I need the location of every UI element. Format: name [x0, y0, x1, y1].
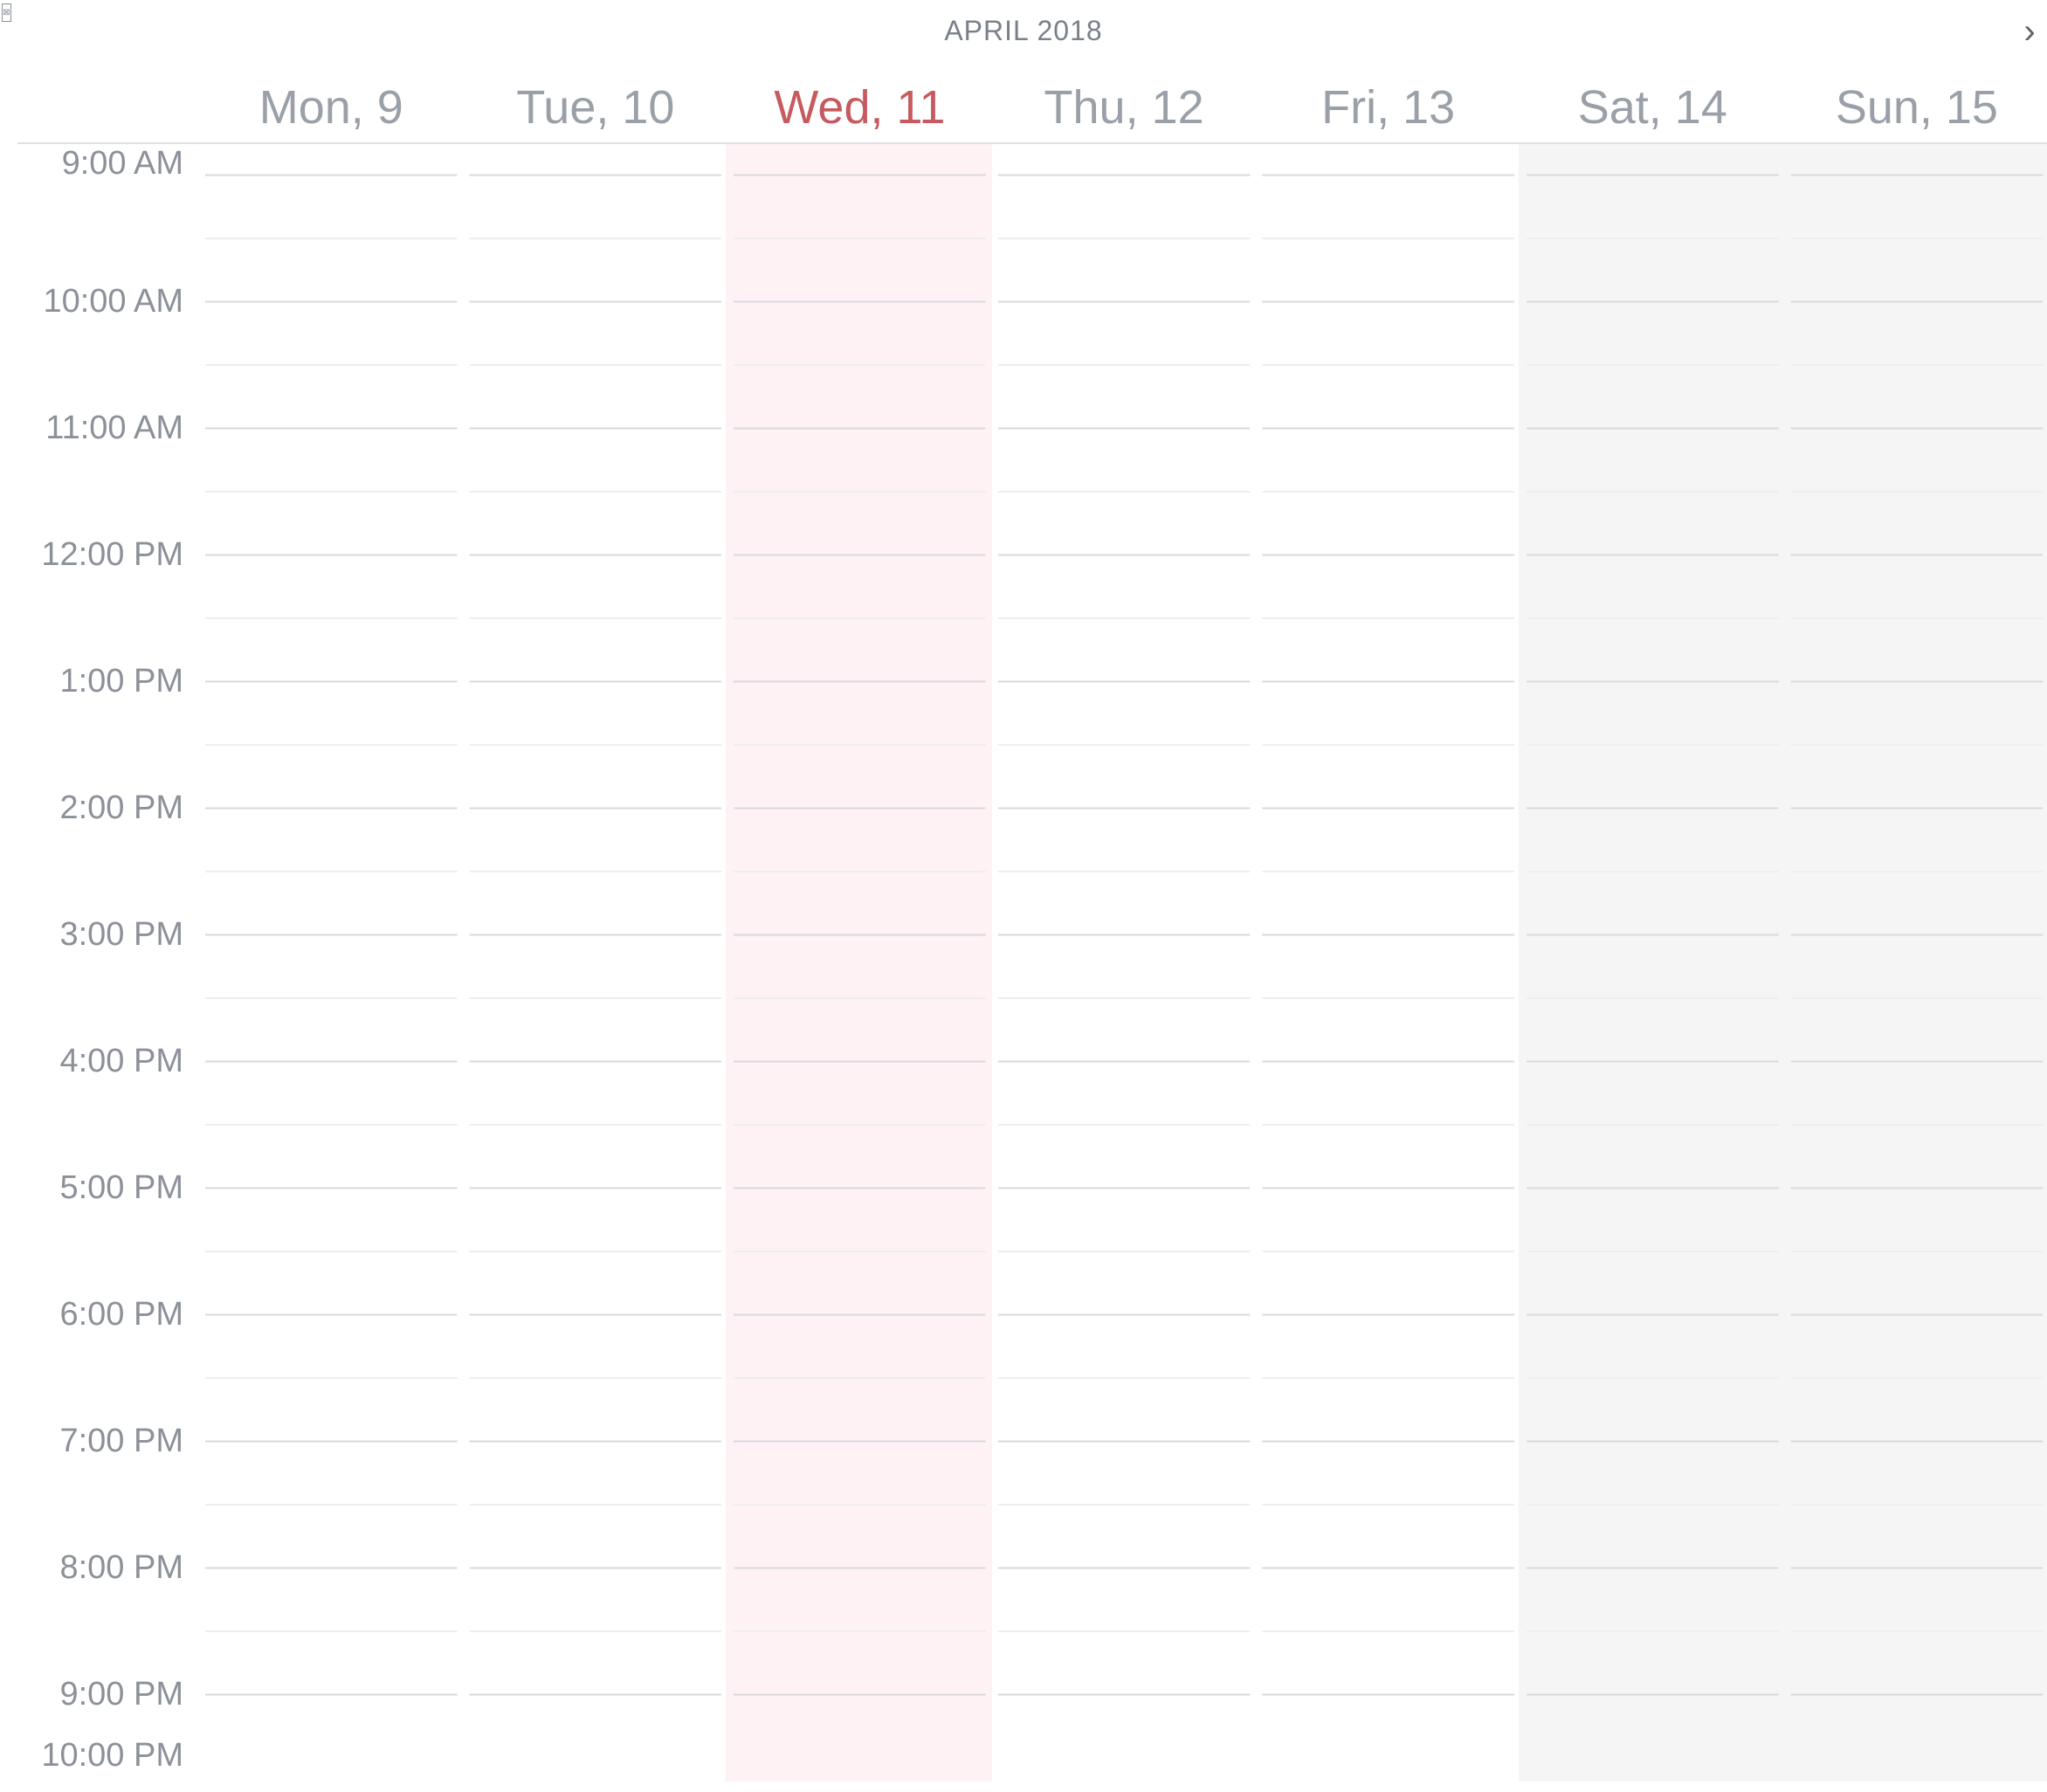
day-header-sat[interactable]: Sat, 14	[1520, 77, 1785, 138]
day-header-fri[interactable]: Fri, 13	[1256, 77, 1520, 138]
time-label-2pm: 2:00 PM	[59, 789, 183, 826]
time-label-6pm: 6:00 PM	[59, 1296, 183, 1333]
time-label-8pm: 8:00 PM	[59, 1549, 183, 1586]
time-label-10pm: 10:00 PM	[41, 1737, 183, 1774]
next-week-button[interactable]: ›	[2017, 12, 2042, 51]
day-header-wed[interactable]: Wed, 11	[727, 77, 992, 138]
time-label-9am: 9:00 AM	[61, 145, 183, 182]
week-calendar: ⊠ APRIL 2018 › Mon, 9 Tue, 10 Wed, 11 Th…	[0, 0, 2047, 1792]
weekend-column-sat	[1519, 144, 1785, 1782]
time-label-12pm: 12:00 PM	[41, 536, 183, 573]
time-label-4pm: 4:00 PM	[59, 1043, 183, 1079]
time-label-7pm: 7:00 PM	[59, 1423, 183, 1459]
time-label-9pm: 9:00 PM	[59, 1676, 183, 1713]
time-label-5pm: 5:00 PM	[59, 1169, 183, 1206]
month-title: APRIL 2018	[944, 15, 1103, 46]
day-header-thu[interactable]: Thu, 12	[992, 77, 1257, 138]
day-header-tue[interactable]: Tue, 10	[464, 77, 728, 138]
today-column-wed	[726, 144, 992, 1782]
time-label-11am: 11:00 AM	[45, 410, 183, 446]
day-header-mon[interactable]: Mon, 9	[199, 77, 464, 138]
time-label-3pm: 3:00 PM	[59, 916, 183, 953]
day-header-sun[interactable]: Sun, 15	[1785, 77, 2047, 138]
weekend-column-sun	[1782, 144, 2047, 1782]
header-divider	[17, 142, 2047, 144]
time-label-1pm: 1:00 PM	[59, 663, 183, 700]
time-label-10am: 10:00 AM	[43, 283, 183, 320]
